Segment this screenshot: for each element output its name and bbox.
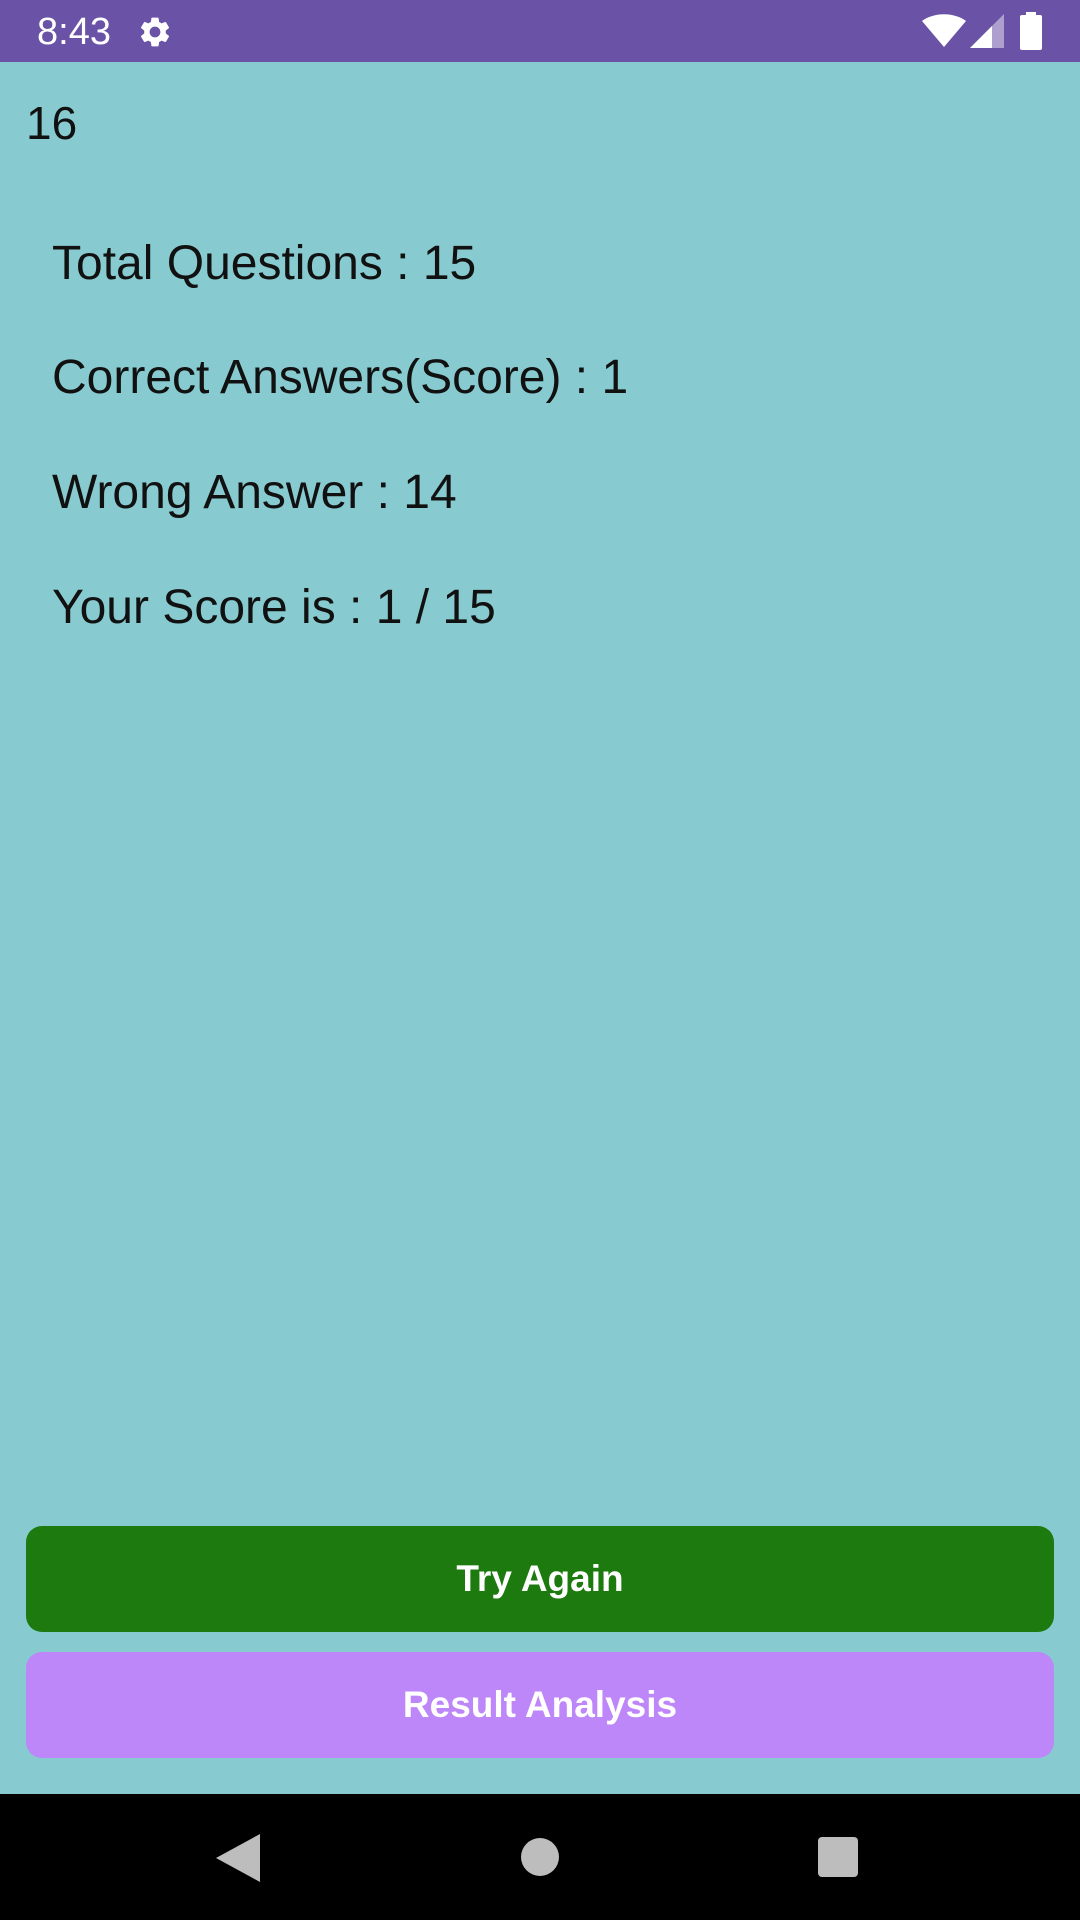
correct-answers-text: Correct Answers(Score) : 1	[52, 351, 629, 404]
status-time: 8:43	[37, 11, 111, 53]
wrong-answers-text: Wrong Answer : 14	[52, 466, 457, 519]
try-again-button[interactable]: Try Again	[26, 1526, 1054, 1632]
recents-icon[interactable]	[818, 1837, 858, 1877]
total-questions-text: Total Questions : 15	[52, 237, 477, 290]
score-text: Your Score is : 1 / 15	[52, 581, 496, 634]
battery-icon	[1020, 12, 1042, 50]
question-counter: 16	[26, 97, 78, 149]
navigation-bar	[0, 1794, 1080, 1920]
status-bar: 8:43	[0, 0, 1080, 62]
result-analysis-button[interactable]: Result Analysis	[26, 1652, 1054, 1758]
home-icon[interactable]	[520, 1837, 560, 1877]
signal-icon	[970, 14, 1004, 48]
back-icon[interactable]	[216, 1834, 260, 1882]
wifi-icon	[922, 14, 966, 47]
gear-icon	[140, 17, 170, 47]
